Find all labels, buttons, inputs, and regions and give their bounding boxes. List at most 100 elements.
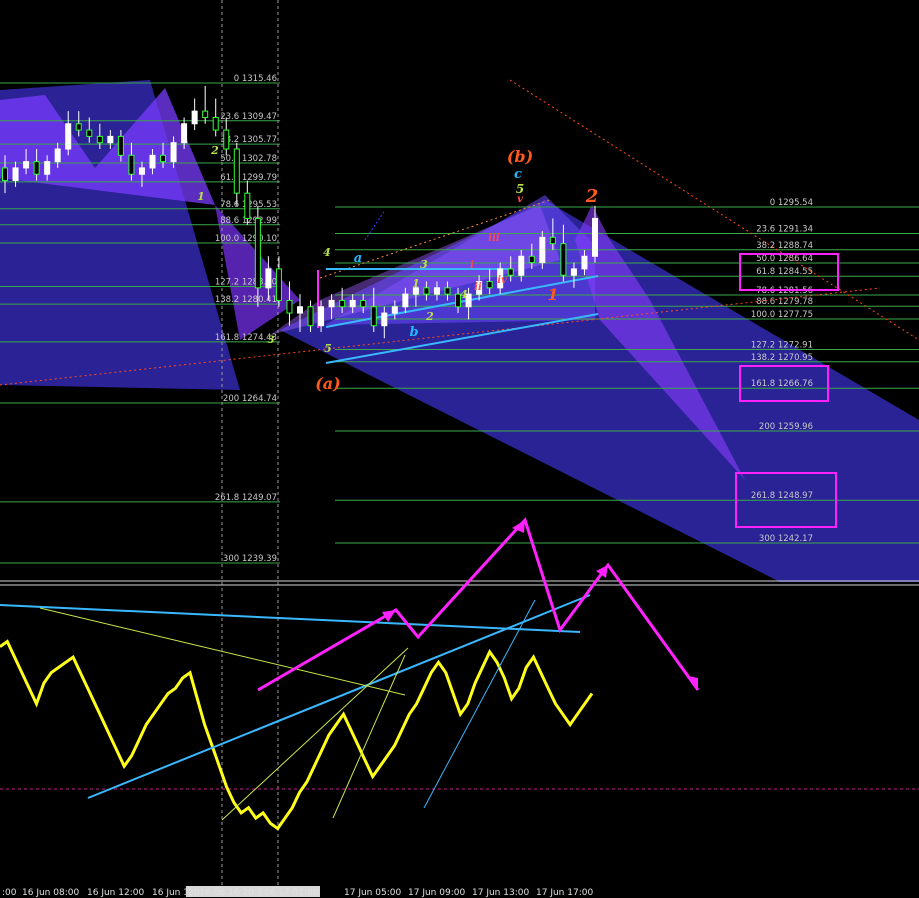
wave-label: i — [470, 260, 474, 271]
candle-down — [96, 135, 103, 144]
candle-up — [318, 306, 325, 327]
fib-left-label: 100.0 1290.10 — [215, 234, 277, 244]
candle-down — [307, 306, 314, 327]
wave-label: c — [514, 167, 522, 182]
trend-dotted-4 — [364, 209, 386, 241]
candle-up — [54, 148, 61, 163]
wave-label: ii — [474, 282, 482, 293]
wave-label: 3 — [268, 335, 275, 346]
wave-label: 1 — [197, 190, 205, 203]
candle-down — [423, 287, 430, 295]
candle-up — [138, 167, 145, 175]
candle-up — [433, 287, 440, 295]
candle-down — [75, 123, 82, 131]
fib-right-label: 38.2 1288.74 — [756, 241, 813, 251]
candle-up — [170, 142, 177, 163]
x-tick-label: 16 Jun 08:00 — [22, 888, 79, 898]
candle-up — [44, 161, 51, 175]
candle-up — [191, 110, 198, 125]
wave-label: v — [517, 194, 523, 205]
candle-up — [391, 306, 398, 314]
wave-label: iv — [497, 275, 507, 286]
candle-down — [2, 167, 8, 182]
wave-label: (b) — [507, 147, 533, 166]
candle-down — [86, 129, 93, 137]
wave-label: 2 — [585, 186, 599, 207]
x-tick-label: 17 Jun 13:00 — [472, 888, 529, 898]
candle-down — [444, 287, 451, 295]
candle-down — [128, 154, 135, 175]
candle-up — [381, 312, 388, 327]
candle-down — [549, 236, 556, 245]
arrow-head — [596, 565, 608, 578]
wave-label: iii — [488, 233, 500, 244]
candle-down — [117, 135, 124, 156]
fib-left-label: 200 1264.74 — [223, 394, 277, 404]
candle-down — [507, 268, 514, 276]
fib-right-label: 138.2 1270.95 — [751, 353, 813, 363]
wave-label: 1 — [547, 285, 558, 304]
candle-down — [160, 154, 167, 163]
candle-up — [23, 161, 30, 169]
wave-label: 1 — [412, 277, 420, 290]
x-axis[interactable]: :00 16 Jun 08:00 16 Jun 12:00 16 Jun 1 2016.… — [2, 886, 593, 898]
trading-chart: 0 1315.4623.6 1309.4738.2 1305.7750.0 13… — [0, 0, 919, 898]
candle-down — [370, 306, 377, 327]
harmonic-patterns — [0, 80, 919, 582]
osc-line-olive-3 — [332, 654, 406, 819]
candle-down — [528, 255, 535, 264]
candle-down — [223, 129, 230, 150]
wave-label: a — [354, 251, 362, 266]
x-tick-label: 2016.06.16 20:30 — [188, 888, 269, 898]
x-tick-label: 06.17 01:00 — [264, 888, 319, 898]
fib-right-label: 0 1295.54 — [770, 198, 813, 208]
wave-label: 2 — [425, 310, 434, 323]
wave-label: 4 — [323, 246, 331, 259]
candle-up — [592, 217, 598, 257]
candle-down — [339, 299, 346, 308]
oscillator-panel — [0, 517, 700, 831]
x-tick-label: 17 Jun 09:00 — [408, 888, 465, 898]
candle-up — [149, 154, 156, 169]
fib-right-label: 127.2 1272.91 — [751, 340, 813, 350]
candle-up — [349, 299, 356, 308]
candle-down — [560, 243, 567, 276]
candle-up — [181, 123, 188, 144]
candle-down — [202, 110, 209, 118]
fib-right-label: 61.8 1284.55 — [756, 267, 813, 277]
x-tick-label: 17 Jun 05:00 — [344, 888, 401, 898]
candle-up — [12, 167, 19, 182]
candle-down — [244, 192, 251, 219]
candle-up — [328, 299, 335, 308]
candle-down — [486, 281, 493, 289]
candle-up — [539, 236, 546, 264]
fib-right-label: 100.0 1277.75 — [751, 310, 813, 320]
fib-right-label: 88.6 1279.78 — [756, 297, 813, 307]
wave-label: 5 — [324, 342, 332, 355]
wave-label: (a) — [315, 374, 341, 393]
fib-left-label: 300 1239.39 — [223, 554, 277, 564]
fib-right-label: 300 1242.17 — [759, 534, 813, 544]
x-tick-label: :00 — [2, 888, 17, 898]
candle-up — [297, 306, 303, 314]
x-tick-label: 16 Jun 12:00 — [87, 888, 144, 898]
projection-path — [257, 517, 700, 692]
fib-left-label: 23.6 1309.47 — [220, 112, 277, 122]
candle-up — [402, 293, 409, 308]
fib-right-label: 23.6 1291.34 — [756, 224, 813, 234]
fib-right-label: 161.8 1266.76 — [751, 379, 813, 389]
candle-up — [518, 255, 525, 276]
wave-label: 4 — [460, 288, 468, 301]
candle-up — [581, 255, 588, 270]
candle-down — [286, 299, 293, 314]
wave-label: b — [409, 325, 418, 340]
candle-down — [254, 217, 261, 289]
candle-down — [212, 116, 219, 131]
fib-left-label: 138.2 1280.41 — [215, 295, 277, 305]
x-tick-label: 17 Jun 17:00 — [536, 888, 593, 898]
wave-label: 3 — [420, 258, 428, 271]
x-tick-label: 16 Jun 1 — [152, 888, 189, 898]
fib-right-label: 78.6 1281.56 — [756, 286, 813, 296]
candle-down — [275, 268, 282, 301]
fib-right-label: 200 1259.96 — [759, 422, 813, 432]
